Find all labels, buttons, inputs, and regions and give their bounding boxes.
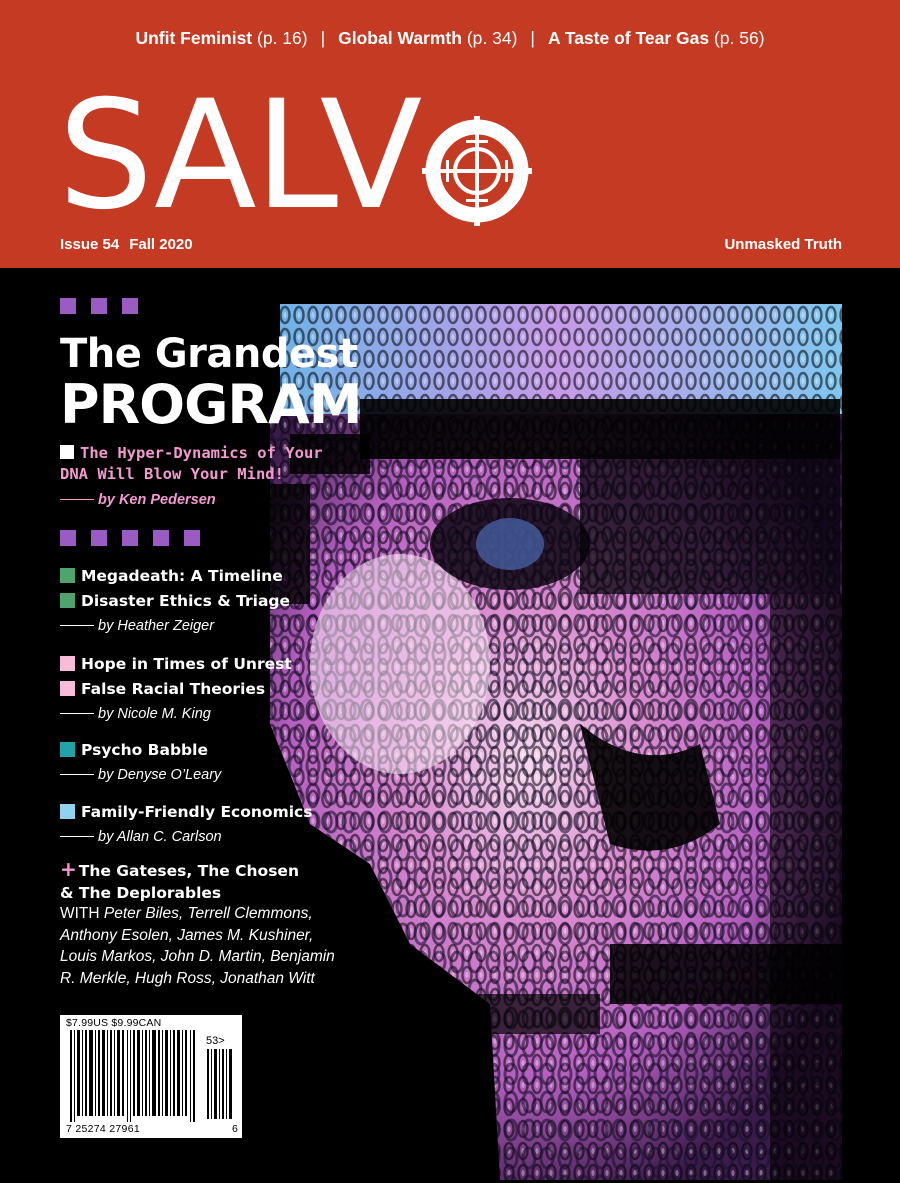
- price-text: $7.99US $9.99CAN: [66, 1017, 162, 1029]
- teaser-global-warmth[interactable]: Global Warmth (p. 34): [338, 28, 517, 48]
- contributors-names: Peter Biles, Terrell Clemmons, Anthony E…: [60, 905, 335, 987]
- decorative-squares: [60, 530, 200, 546]
- addon-barcode: [207, 1049, 232, 1119]
- crosshair-o-icon: [422, 116, 532, 226]
- square-bullet-icon: [60, 681, 75, 696]
- square-bullet-icon: [60, 742, 75, 757]
- feature-byline: by Ken Pedersen: [60, 492, 216, 508]
- teaser-separator: |: [530, 28, 535, 48]
- upc-digits: 7 25274 27961 6: [66, 1123, 239, 1135]
- coverline-psycho-babble[interactable]: Psycho Babble: [60, 741, 208, 759]
- feature-deck: The Hyper-Dynamics of Your DNA Will Blow…: [60, 444, 323, 483]
- byline-oleary: by Denyse O’Leary: [60, 767, 221, 783]
- square-bullet-icon: [60, 593, 75, 608]
- issue-info: Issue 54 Fall 2020: [60, 236, 193, 253]
- coverline-megadeath[interactable]: Megadeath: A Timeline: [60, 567, 283, 585]
- logo-wordmark: SALV: [58, 69, 422, 243]
- square-bullet-icon: [60, 568, 75, 583]
- issue-code: 53>: [206, 1035, 225, 1047]
- byline-king: by Nicole M. King: [60, 706, 211, 722]
- teaser-tear-gas[interactable]: A Taste of Tear Gas (p. 56): [548, 28, 765, 48]
- masthead: Unfit Feminist (p. 16) | Global Warmth (p.…: [0, 0, 900, 268]
- issue-number: Issue 54: [60, 236, 120, 253]
- coverline-hope-unrest[interactable]: Hope in Times of Unrest: [60, 655, 292, 673]
- decorative-squares: [60, 298, 138, 314]
- contributors-list: WITH Peter Biles, Terrell Clemmons, Anth…: [60, 903, 350, 989]
- teaser-unfit-feminist[interactable]: Unfit Feminist (p. 16): [135, 28, 307, 48]
- teaser-separator: |: [320, 28, 326, 48]
- feature-title-line2: PROGRAM: [60, 373, 362, 436]
- coverline-family-economics[interactable]: Family-Friendly Economics: [60, 803, 312, 821]
- issue-season: Fall 2020: [129, 236, 193, 253]
- teaser-bar: Unfit Feminist (p. 16) | Global Warmth (p.…: [0, 28, 900, 49]
- tagline: Unmasked Truth: [724, 236, 842, 253]
- coverline-gateses[interactable]: + The Gateses, The Chosen & The Deplorabl…: [60, 858, 299, 904]
- barcode-label: $7.99US $9.99CAN 53> 7 25274 27961 6: [60, 1015, 242, 1138]
- coverline-racial-theories[interactable]: False Racial Theories: [60, 680, 265, 698]
- square-bullet-icon: [60, 445, 74, 459]
- contributors-prefix: WITH: [60, 905, 100, 922]
- coverline-disaster-ethics[interactable]: Disaster Ethics & Triage: [60, 592, 290, 610]
- byline-carlson: by Allan C. Carlson: [60, 829, 222, 845]
- byline-zeiger: by Heather Zeiger: [60, 618, 214, 634]
- feature-title-line1: The Grandest: [60, 331, 358, 377]
- square-bullet-icon: [60, 656, 75, 671]
- feature-headline[interactable]: The Grandest PROGRAM: [60, 334, 362, 432]
- upc-barcode: [70, 1030, 195, 1122]
- square-bullet-icon: [60, 804, 75, 819]
- plus-icon: +: [60, 857, 77, 881]
